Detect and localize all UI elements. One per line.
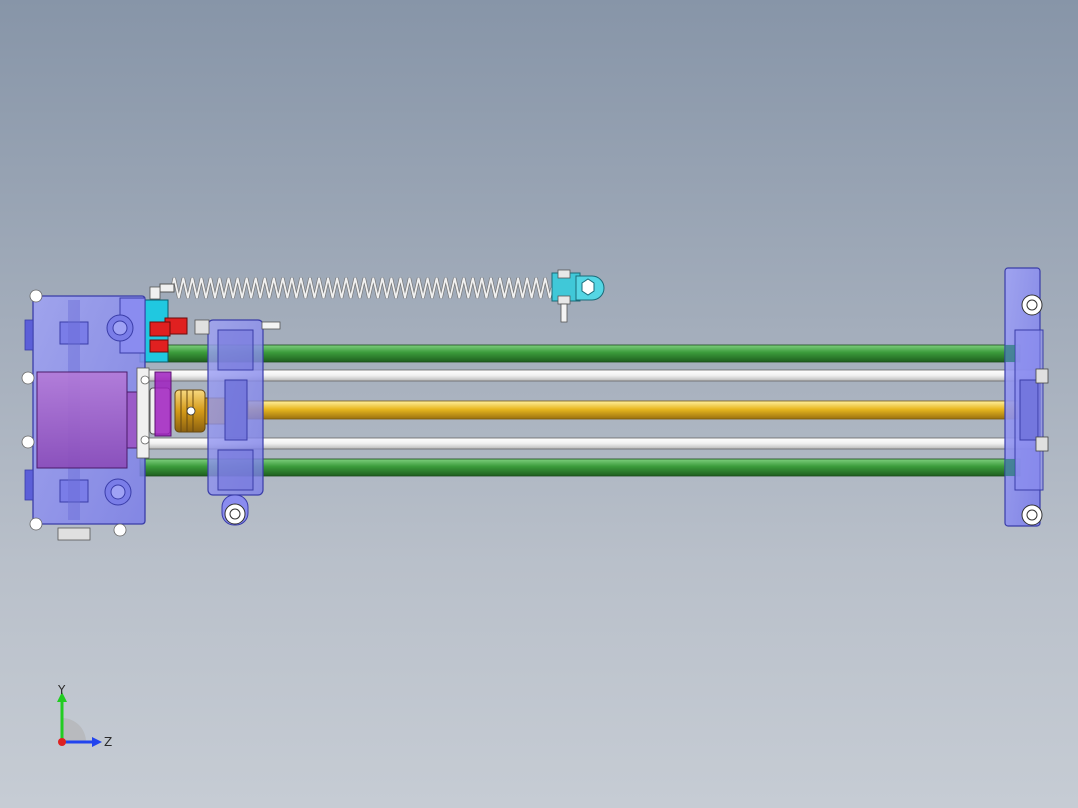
lead-screw[interactable] [247,400,1019,420]
lower-polished-rod[interactable] [139,437,1036,450]
spring-hook [159,283,175,293]
upper-polished-rod[interactable] [139,369,1036,382]
extension-spring[interactable] [159,277,554,299]
spring-clevis[interactable] [551,269,605,323]
x-axis-dot [58,738,66,746]
assembly-model[interactable] [0,0,1078,808]
cad-graphics-viewport[interactable]: Y Z [0,0,1078,808]
end-support-plate[interactable] [1004,267,1049,527]
y-axis-label: Y [57,683,66,697]
orientation-triad: Y Z [57,683,112,749]
motor-housing-block[interactable] [21,289,150,541]
lower-guide-rod[interactable] [139,458,1021,477]
triad-arc [62,718,86,742]
z-axis-label: Z [104,735,112,749]
upper-guide-rod[interactable] [139,344,1021,363]
z-axis-arrowhead [92,737,102,747]
